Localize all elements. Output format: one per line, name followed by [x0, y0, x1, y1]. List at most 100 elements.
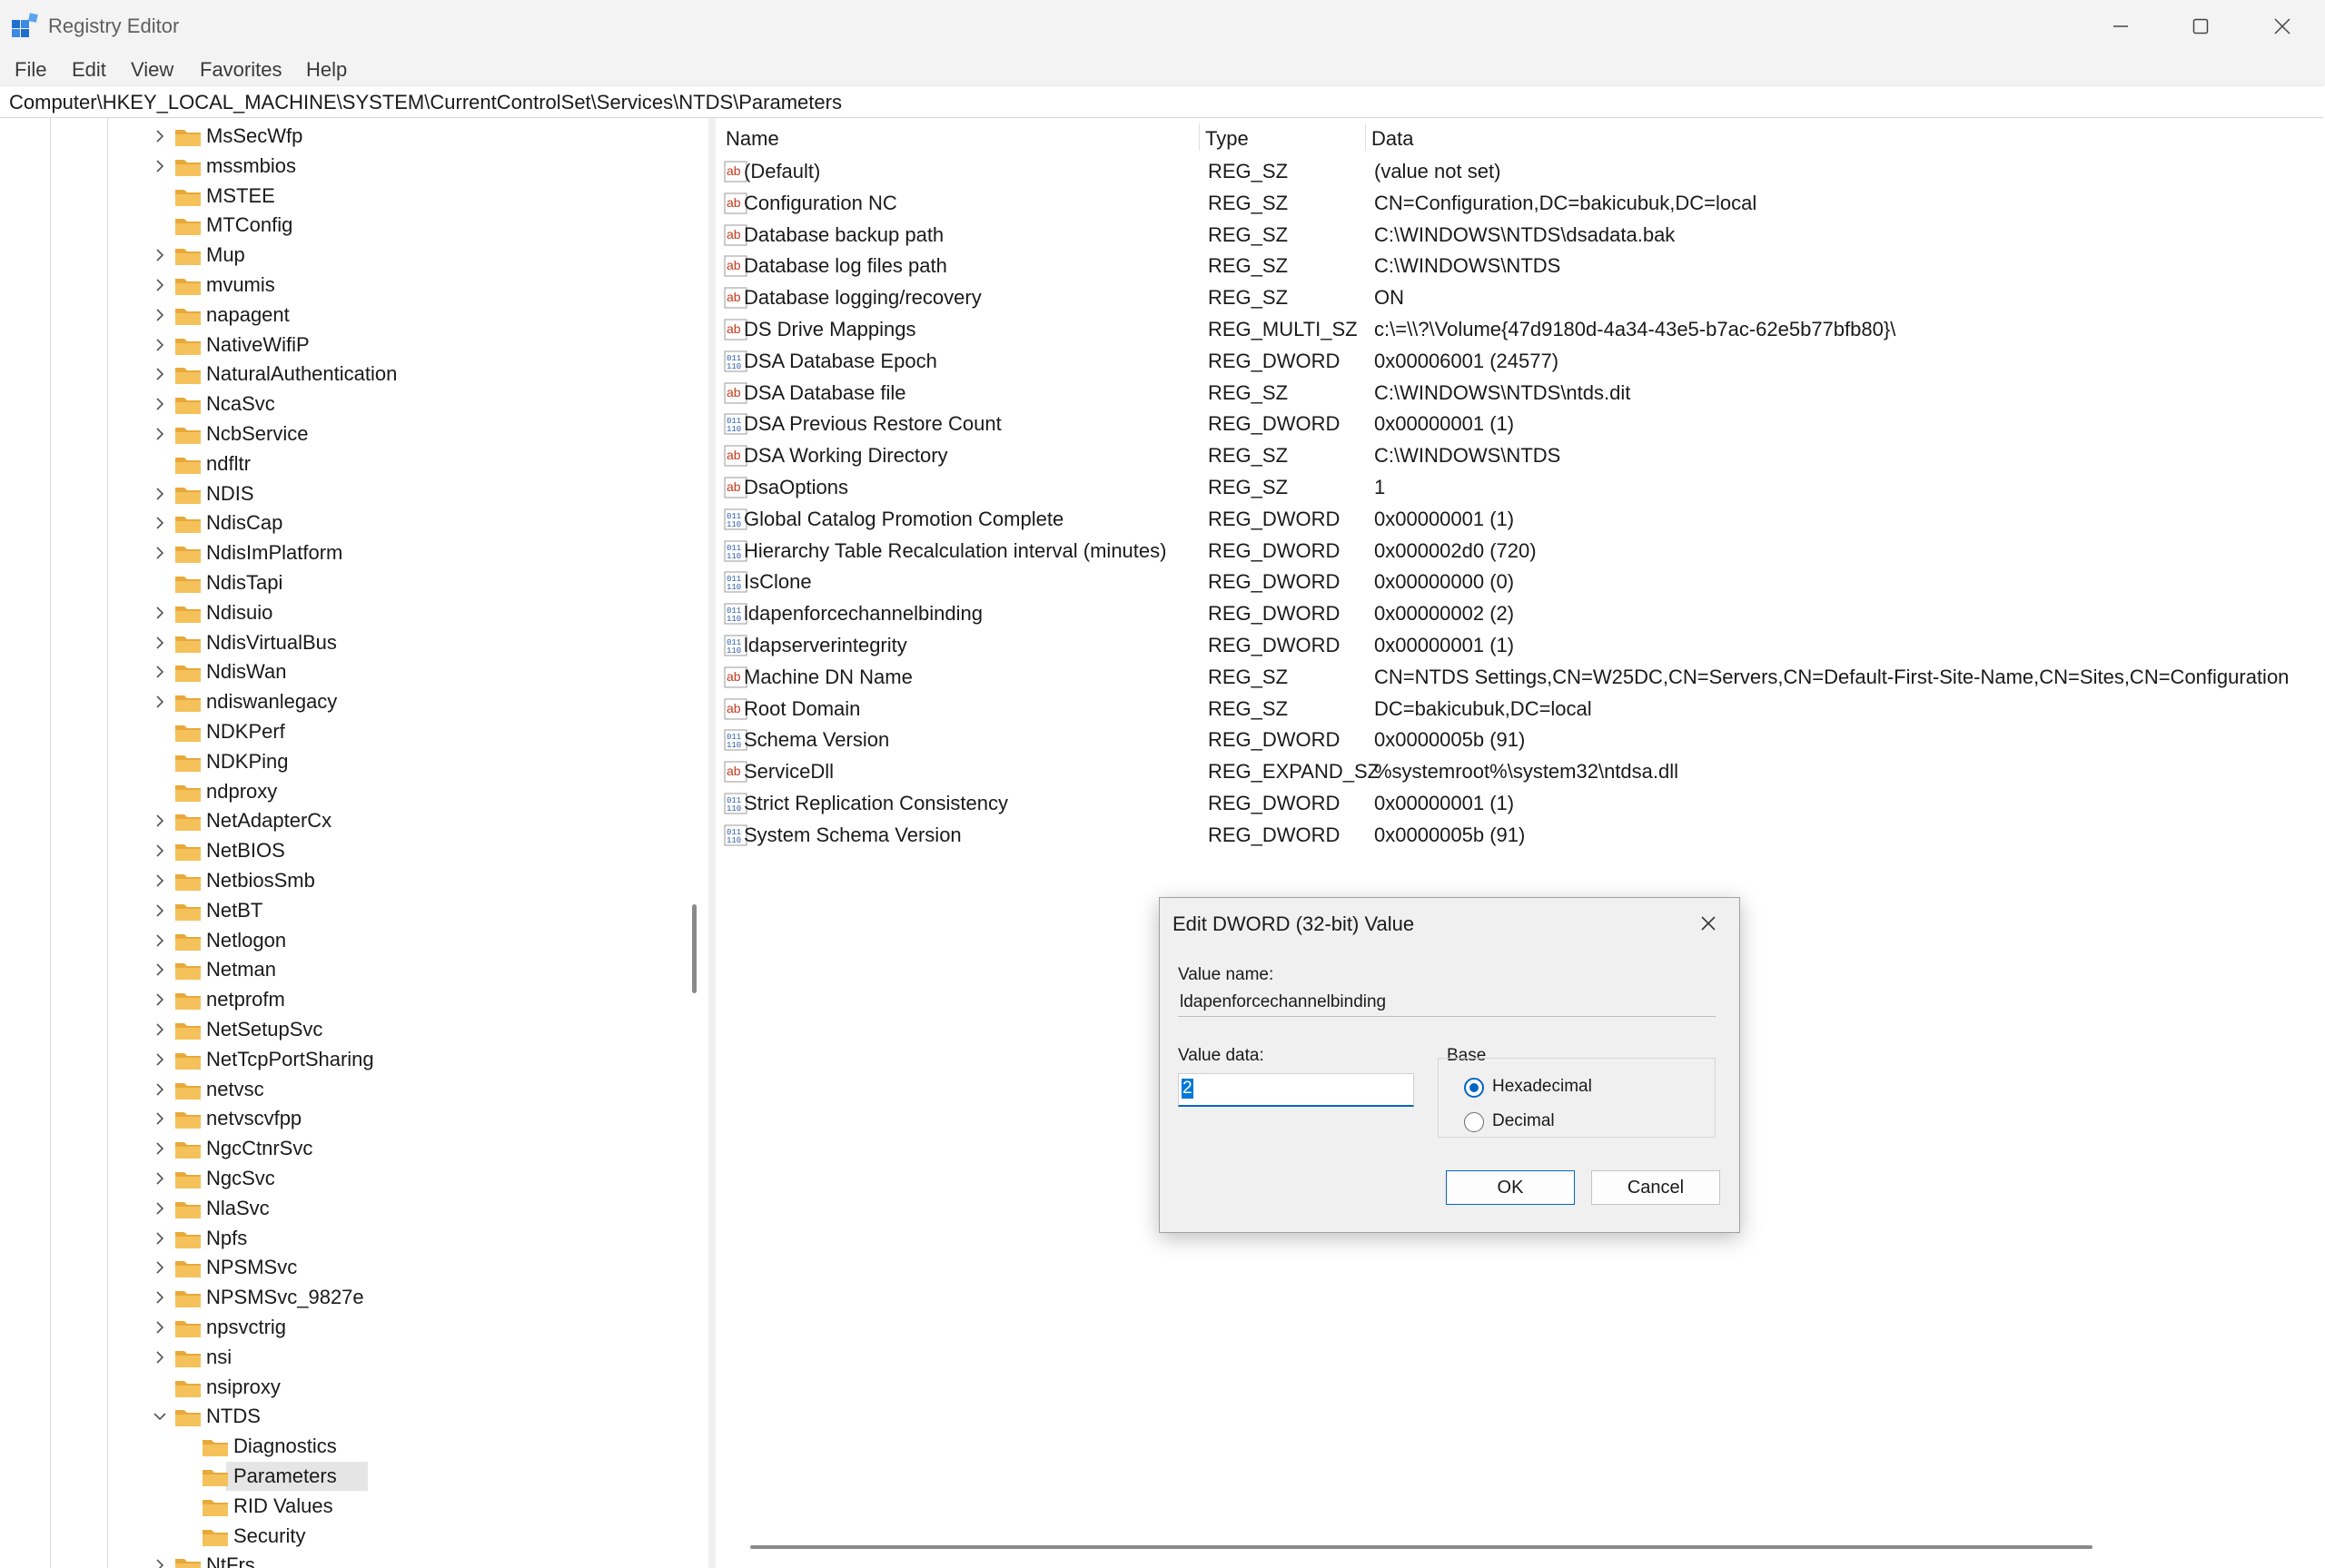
tree-item-ncasvc[interactable]: NcaSvc	[0, 390, 690, 419]
chevron-right-icon[interactable]	[151, 1258, 169, 1277]
tree-item-ntfrs[interactable]: NtFrs	[0, 1551, 690, 1568]
chevron-right-icon[interactable]	[151, 1080, 169, 1099]
chevron-right-icon[interactable]	[151, 1229, 169, 1247]
chevron-down-icon[interactable]	[151, 1407, 169, 1425]
tree-item-netbios[interactable]: NetBIOS	[0, 836, 690, 865]
ok-button[interactable]: OK	[1446, 1170, 1575, 1205]
horizontal-scrollbar-thumb[interactable]	[750, 1545, 2092, 1549]
close-button[interactable]	[2241, 0, 2323, 53]
menu-view[interactable]: View	[131, 58, 173, 82]
chevron-right-icon[interactable]	[151, 336, 169, 354]
column-header-type[interactable]: Type	[1205, 127, 1249, 151]
chevron-right-icon[interactable]	[151, 365, 169, 383]
tree-item-ndkperf[interactable]: NDKPerf	[0, 717, 690, 746]
chevron-right-icon[interactable]	[151, 425, 169, 443]
decimal-label[interactable]: Decimal	[1492, 1111, 1555, 1131]
maximize-button[interactable]	[2160, 0, 2241, 53]
value-row[interactable]: ab Configuration NC REG_SZ CN=Configuration…	[717, 188, 2325, 219]
tree-item-ndfltr[interactable]: ndfltr	[0, 449, 690, 478]
hexadecimal-radio[interactable]	[1464, 1078, 1484, 1098]
tree-item-diagnostics[interactable]: Diagnostics	[0, 1432, 690, 1461]
tree-item-netbt[interactable]: NetBT	[0, 896, 690, 925]
value-row[interactable]: 110 011 DSA Previous Restore Count REG_DWOR…	[717, 409, 2325, 439]
minimize-button[interactable]	[2080, 0, 2162, 53]
column-separator[interactable]	[1365, 123, 1366, 151]
tree-item-netman[interactable]: Netman	[0, 955, 690, 984]
tree-item-mstee[interactable]: MSTEE	[0, 182, 690, 211]
key-tree-pane[interactable]: MsSecWfp mssmbios MSTEE MTConfig Mup mvumis na…	[0, 118, 709, 1568]
tree-item-ndisimplatform[interactable]: NdisImPlatform	[0, 538, 690, 567]
tree-item-netlogon[interactable]: Netlogon	[0, 926, 690, 955]
tree-item-parameters[interactable]: Parameters	[0, 1462, 690, 1491]
chevron-right-icon[interactable]	[151, 1556, 169, 1568]
chevron-right-icon[interactable]	[151, 1348, 169, 1366]
tree-item-ndiswanlegacy[interactable]: ndiswanlegacy	[0, 687, 690, 716]
tree-item-ngcsvc[interactable]: NgcSvc	[0, 1164, 690, 1193]
chevron-right-icon[interactable]	[151, 1318, 169, 1336]
value-row[interactable]: ab DSA Working Directory REG_SZ C:\WINDOWS\…	[717, 440, 2325, 471]
tree-item-naturalauthentication[interactable]: NaturalAuthentication	[0, 360, 690, 389]
value-row[interactable]: 110 011 ldapserverintegrity REG_DWORD 0x0000…	[717, 630, 2325, 661]
tree-item-netbiossmb[interactable]: NetbiosSmb	[0, 866, 690, 895]
value-row[interactable]: 110 011 Hierarchy Table Recalculation inte…	[717, 536, 2325, 567]
tree-item-security[interactable]: Security	[0, 1522, 690, 1551]
chevron-right-icon[interactable]	[151, 932, 169, 950]
tree-item-npsmsvc[interactable]: NPSMSvc	[0, 1253, 690, 1282]
tree-item-nsiproxy[interactable]: nsiproxy	[0, 1373, 690, 1402]
tree-item-mssecwfp[interactable]: MsSecWfp	[0, 122, 690, 151]
value-row[interactable]: 110 011 Global Catalog Promotion Complete R…	[717, 504, 2325, 535]
tree-item-ndisvirtualbus[interactable]: NdisVirtualBus	[0, 628, 690, 657]
value-row[interactable]: ab Database backup path REG_SZ C:\WINDOWS\N…	[717, 220, 2325, 251]
chevron-right-icon[interactable]	[151, 306, 169, 324]
column-header-name[interactable]: Name	[726, 127, 779, 151]
tree-item-mssmbios[interactable]: mssmbios	[0, 152, 690, 181]
menu-file[interactable]: File	[15, 58, 46, 82]
tree-scrollbar-thumb[interactable]	[692, 904, 697, 993]
value-row[interactable]: ab Database log files path REG_SZ C:\WINDOW…	[717, 251, 2325, 281]
chevron-right-icon[interactable]	[151, 663, 169, 681]
chevron-right-icon[interactable]	[151, 1050, 169, 1069]
tree-item-npsmsvc-9827e[interactable]: NPSMSvc_9827e	[0, 1283, 690, 1312]
chevron-right-icon[interactable]	[151, 842, 169, 860]
hexadecimal-label[interactable]: Hexadecimal	[1492, 1077, 1592, 1097]
chevron-right-icon[interactable]	[151, 991, 169, 1009]
chevron-right-icon[interactable]	[151, 276, 169, 294]
tree-item-ndiswan[interactable]: NdisWan	[0, 657, 690, 686]
chevron-right-icon[interactable]	[151, 1139, 169, 1158]
tree-item-nativewifip[interactable]: NativeWifiP	[0, 330, 690, 360]
tree-item-ndiscap[interactable]: NdisCap	[0, 508, 690, 537]
chevron-right-icon[interactable]	[151, 246, 169, 264]
value-row[interactable]: 110 011 ldapenforcechannelbinding REG_DWORD…	[717, 598, 2325, 629]
tree-item-ncbservice[interactable]: NcbService	[0, 419, 690, 449]
tree-item-ndisuio[interactable]: Ndisuio	[0, 598, 690, 627]
values-list-pane[interactable]: Name Type Data ab (Default) REG_SZ (value n…	[717, 118, 2325, 1568]
chevron-right-icon[interactable]	[151, 127, 169, 145]
value-row[interactable]: 110 011 IsClone REG_DWORD 0x00000000 (0)	[717, 567, 2325, 597]
tree-item-npsvctrig[interactable]: npsvctrig	[0, 1313, 690, 1342]
tree-item-mtconfig[interactable]: MTConfig	[0, 211, 690, 240]
tree-item-mup[interactable]: Mup	[0, 241, 690, 270]
decimal-radio[interactable]	[1464, 1112, 1484, 1132]
menu-edit[interactable]: Edit	[72, 58, 106, 82]
tree-item-ndis[interactable]: NDIS	[0, 479, 690, 508]
tree-item-nlasvc[interactable]: NlaSvc	[0, 1194, 690, 1223]
chevron-right-icon[interactable]	[151, 812, 169, 830]
tree-item-netprofm[interactable]: netprofm	[0, 985, 690, 1014]
tree-item-netvsc[interactable]: netvsc	[0, 1075, 690, 1104]
pane-splitter[interactable]	[708, 118, 716, 1568]
value-row[interactable]: ab Machine DN Name REG_SZ CN=NTDS Settings,…	[717, 662, 2325, 693]
chevron-right-icon[interactable]	[151, 872, 169, 890]
value-row[interactable]: ab (Default) REG_SZ (value not set)	[717, 156, 2325, 187]
tree-item-nettcpportsharing[interactable]: NetTcpPortSharing	[0, 1045, 690, 1074]
chevron-right-icon[interactable]	[151, 1199, 169, 1218]
tree-item-napagent[interactable]: napagent	[0, 301, 690, 330]
value-row[interactable]: 110 011 Strict Replication Consistency REG_…	[717, 788, 2325, 819]
chevron-right-icon[interactable]	[151, 1288, 169, 1307]
address-path[interactable]: Computer\HKEY_LOCAL_MACHINE\SYSTEM\Curre…	[9, 91, 842, 114]
tree-item-netsetupsvc[interactable]: NetSetupSvc	[0, 1015, 690, 1044]
cancel-button[interactable]: Cancel	[1591, 1170, 1720, 1205]
tree-item-ndkping[interactable]: NDKPing	[0, 747, 690, 776]
chevron-right-icon[interactable]	[151, 604, 169, 622]
chevron-right-icon[interactable]	[151, 634, 169, 652]
value-row[interactable]: ab DS Drive Mappings REG_MULTI_SZ c:\=\\?\V…	[717, 314, 2325, 345]
